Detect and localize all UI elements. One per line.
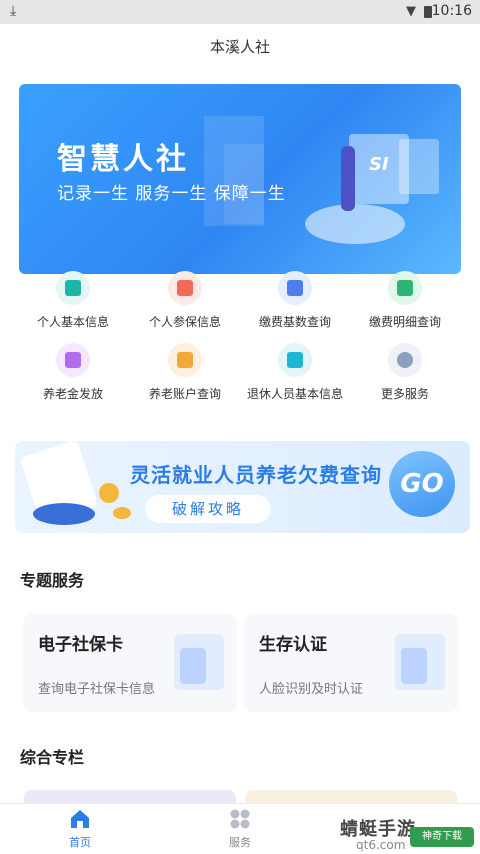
status-bar: ⤓ ▼ 10:16 xyxy=(0,0,480,24)
phone-card-illustration-detail xyxy=(180,648,206,684)
card-title: 生存认证 xyxy=(259,635,327,655)
go-button[interactable]: GO xyxy=(389,451,455,517)
grid-icon xyxy=(229,808,251,830)
promo-title: 灵活就业人员养老欠费查询 xyxy=(130,463,382,487)
service-label: 个人基本信息 xyxy=(36,315,109,329)
retiree-card-icon xyxy=(278,343,312,377)
tab-services[interactable]: 服务 xyxy=(200,808,280,850)
watermark-url: qt6.com xyxy=(356,838,406,852)
yuan-calculator-icon xyxy=(278,271,312,305)
home-icon xyxy=(69,808,91,830)
service-label: 养老金发放 xyxy=(42,387,103,401)
coin-icon xyxy=(99,483,119,503)
banner-subtitle: 记录一生 服务一生 保障一生 xyxy=(57,184,286,204)
card-title: 电子社保卡 xyxy=(38,635,123,655)
pension-icon xyxy=(56,343,90,377)
service-label: 个人参保信息 xyxy=(148,315,221,329)
face-scan-illustration-detail xyxy=(401,648,427,684)
promo-strategy-button[interactable]: 破解攻略 xyxy=(145,495,271,523)
service-label: 缴费明细查询 xyxy=(368,315,441,329)
download-icon: ⤓ xyxy=(10,3,17,19)
banner-title: 智慧人社 xyxy=(57,142,189,177)
service-detail-query[interactable]: 缴费明细查询 xyxy=(350,271,460,330)
service-insurance-info[interactable]: 个人参保信息 xyxy=(130,271,240,330)
hero-banner[interactable]: 智慧人社 记录一生 服务一生 保障一生 SI xyxy=(19,84,461,274)
service-base-query[interactable]: 缴费基数查询 xyxy=(240,271,350,330)
insurance-doc-icon xyxy=(168,271,202,305)
card-subtitle: 人脸识别及时认证 xyxy=(259,682,364,697)
banner-person-figure xyxy=(341,146,355,211)
service-retiree-info[interactable]: 退休人员基本信息 xyxy=(240,343,350,402)
tab-label: 服务 xyxy=(229,836,251,849)
card-survival-auth[interactable]: 生存认证 人脸识别及时认证 xyxy=(245,614,457,710)
page-title: 本溪人社 xyxy=(209,38,270,56)
tab-label: 首页 xyxy=(69,836,91,849)
card-e-social-security[interactable]: 电子社保卡 查询电子社保卡信息 xyxy=(24,614,236,710)
service-label: 养老账户查询 xyxy=(148,387,221,401)
section-title-topic: 专题服务 xyxy=(20,571,85,590)
promo-base-shape xyxy=(33,503,95,525)
profile-card-icon xyxy=(56,271,90,305)
plus-list-icon xyxy=(388,271,422,305)
wifi-icon: ▼ xyxy=(406,4,416,19)
promo-banner[interactable]: 灵活就业人员养老欠费查询 破解攻略 GO xyxy=(15,441,470,533)
service-label: 缴费基数查询 xyxy=(258,315,331,329)
banner-platform xyxy=(305,204,405,244)
card-subtitle: 查询电子社保卡信息 xyxy=(38,682,156,697)
section-title-column: 综合专栏 xyxy=(20,748,85,767)
service-label: 退休人员基本信息 xyxy=(246,387,343,401)
tab-home[interactable]: 首页 xyxy=(40,808,120,850)
account-icon xyxy=(168,343,202,377)
promo-strategy-label: 破解攻略 xyxy=(171,500,244,518)
status-time: 10:16 xyxy=(431,3,472,19)
service-personal-info[interactable]: 个人基本信息 xyxy=(18,271,128,330)
service-more[interactable]: 更多服务 xyxy=(350,343,460,402)
service-label: 更多服务 xyxy=(380,387,429,401)
coin-icon xyxy=(113,507,131,519)
watermark-badge: 神奇下载 xyxy=(410,827,474,847)
service-pension-account[interactable]: 养老账户查询 xyxy=(130,343,240,402)
service-pension-payment[interactable]: 养老金发放 xyxy=(18,343,128,402)
more-grid-icon xyxy=(388,343,422,377)
banner-si-logo: SI xyxy=(369,154,389,175)
